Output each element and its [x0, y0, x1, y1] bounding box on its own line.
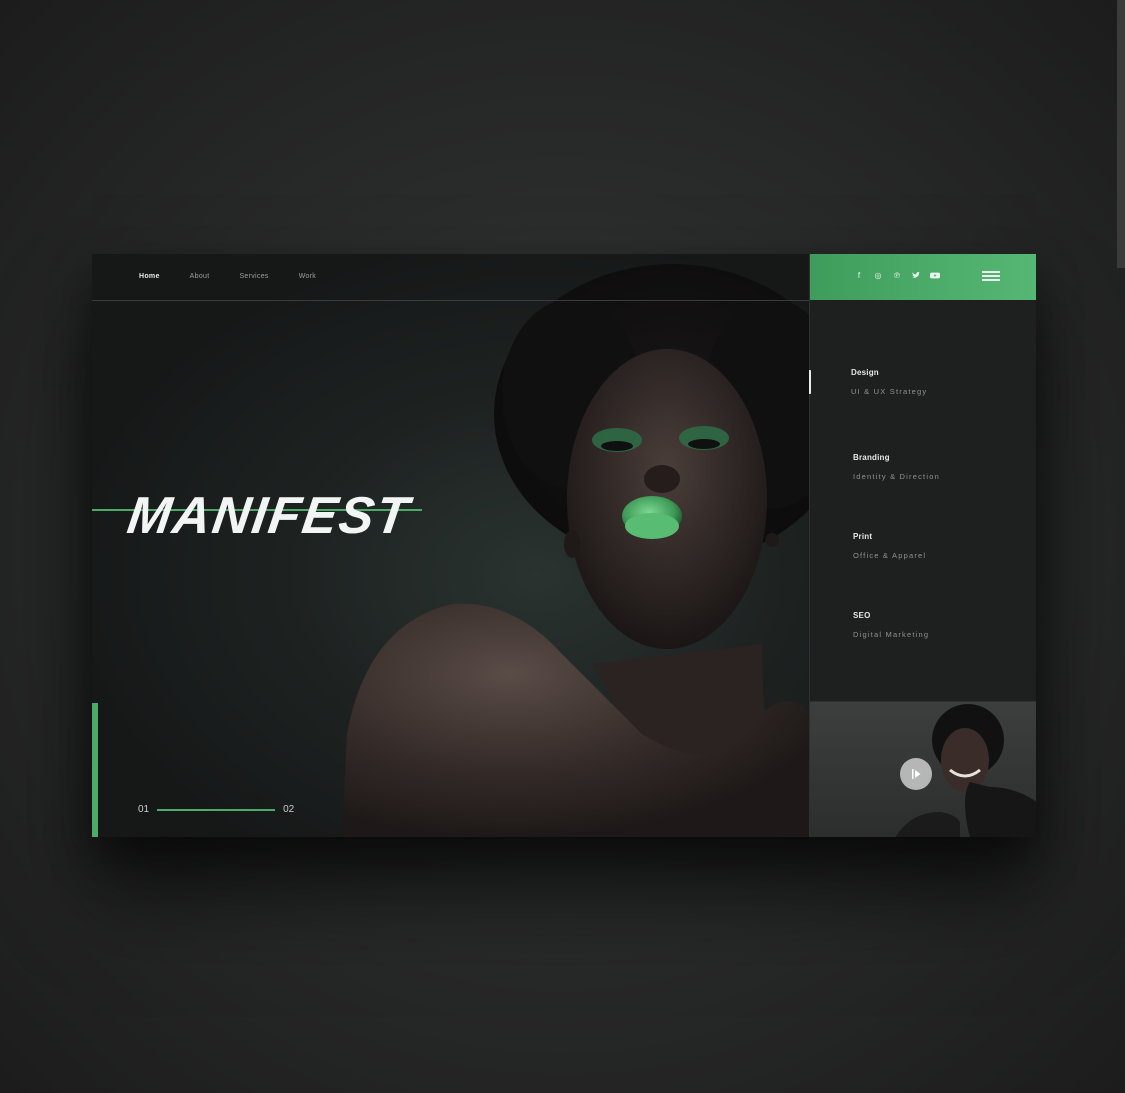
service-subtitle: Digital Marketing: [853, 630, 930, 639]
service-item-seo[interactable]: SEO Digital Marketing: [853, 611, 929, 639]
instagram-icon[interactable]: ◎: [873, 270, 883, 280]
facebook-icon[interactable]: f: [854, 270, 864, 280]
top-navigation-bar: Home About Services Work: [92, 254, 809, 301]
hamburger-menu-icon[interactable]: [982, 271, 1000, 281]
nav-item-services[interactable]: Services: [239, 273, 268, 280]
slide-indicator[interactable]: 01 02: [138, 804, 294, 815]
service-title: SEO: [853, 611, 871, 620]
service-title: Branding: [853, 453, 890, 462]
service-title: Design: [851, 368, 879, 377]
nav-item-about[interactable]: About: [190, 273, 210, 280]
slide-next-number[interactable]: 02: [283, 804, 294, 815]
service-title: Print: [853, 532, 873, 541]
brand-title: MANIFEST: [123, 487, 414, 545]
service-item-print[interactable]: Print Office & Apparel: [853, 532, 926, 560]
service-item-design[interactable]: Design UI & UX Strategy: [851, 368, 927, 396]
hero-portrait-image: [342, 264, 809, 837]
youtube-icon[interactable]: [930, 270, 940, 280]
video-thumbnail[interactable]: [810, 701, 1036, 837]
panel-header: f ◎ ℗: [810, 254, 1036, 300]
slide-current-number: 01: [138, 804, 150, 815]
hero-section: Home About Services Work MANIFEST 01 02: [92, 254, 809, 837]
services-panel: f ◎ ℗ Design UI & UX Strategy Branding I…: [808, 254, 1036, 837]
background-edge-strip: [1117, 0, 1125, 268]
service-subtitle: UI & UX Strategy: [851, 387, 928, 396]
service-subtitle: Identity & Direction: [853, 472, 940, 481]
pinterest-icon[interactable]: ℗: [892, 270, 902, 280]
play-icon: [912, 769, 921, 779]
play-button[interactable]: [900, 758, 932, 790]
service-item-branding[interactable]: Branding Identity & Direction: [853, 453, 940, 481]
website-mockup: Home About Services Work MANIFEST 01 02 …: [92, 254, 1036, 837]
left-accent-bar: [92, 703, 98, 837]
twitter-icon[interactable]: [911, 270, 921, 280]
slide-progress-line: [157, 808, 276, 811]
nav-item-home[interactable]: Home: [139, 273, 160, 280]
nav-item-work[interactable]: Work: [299, 273, 316, 280]
social-links: f ◎ ℗: [854, 270, 940, 280]
main-nav: Home About Services Work: [139, 273, 346, 280]
service-subtitle: Office & Apparel: [853, 551, 927, 560]
